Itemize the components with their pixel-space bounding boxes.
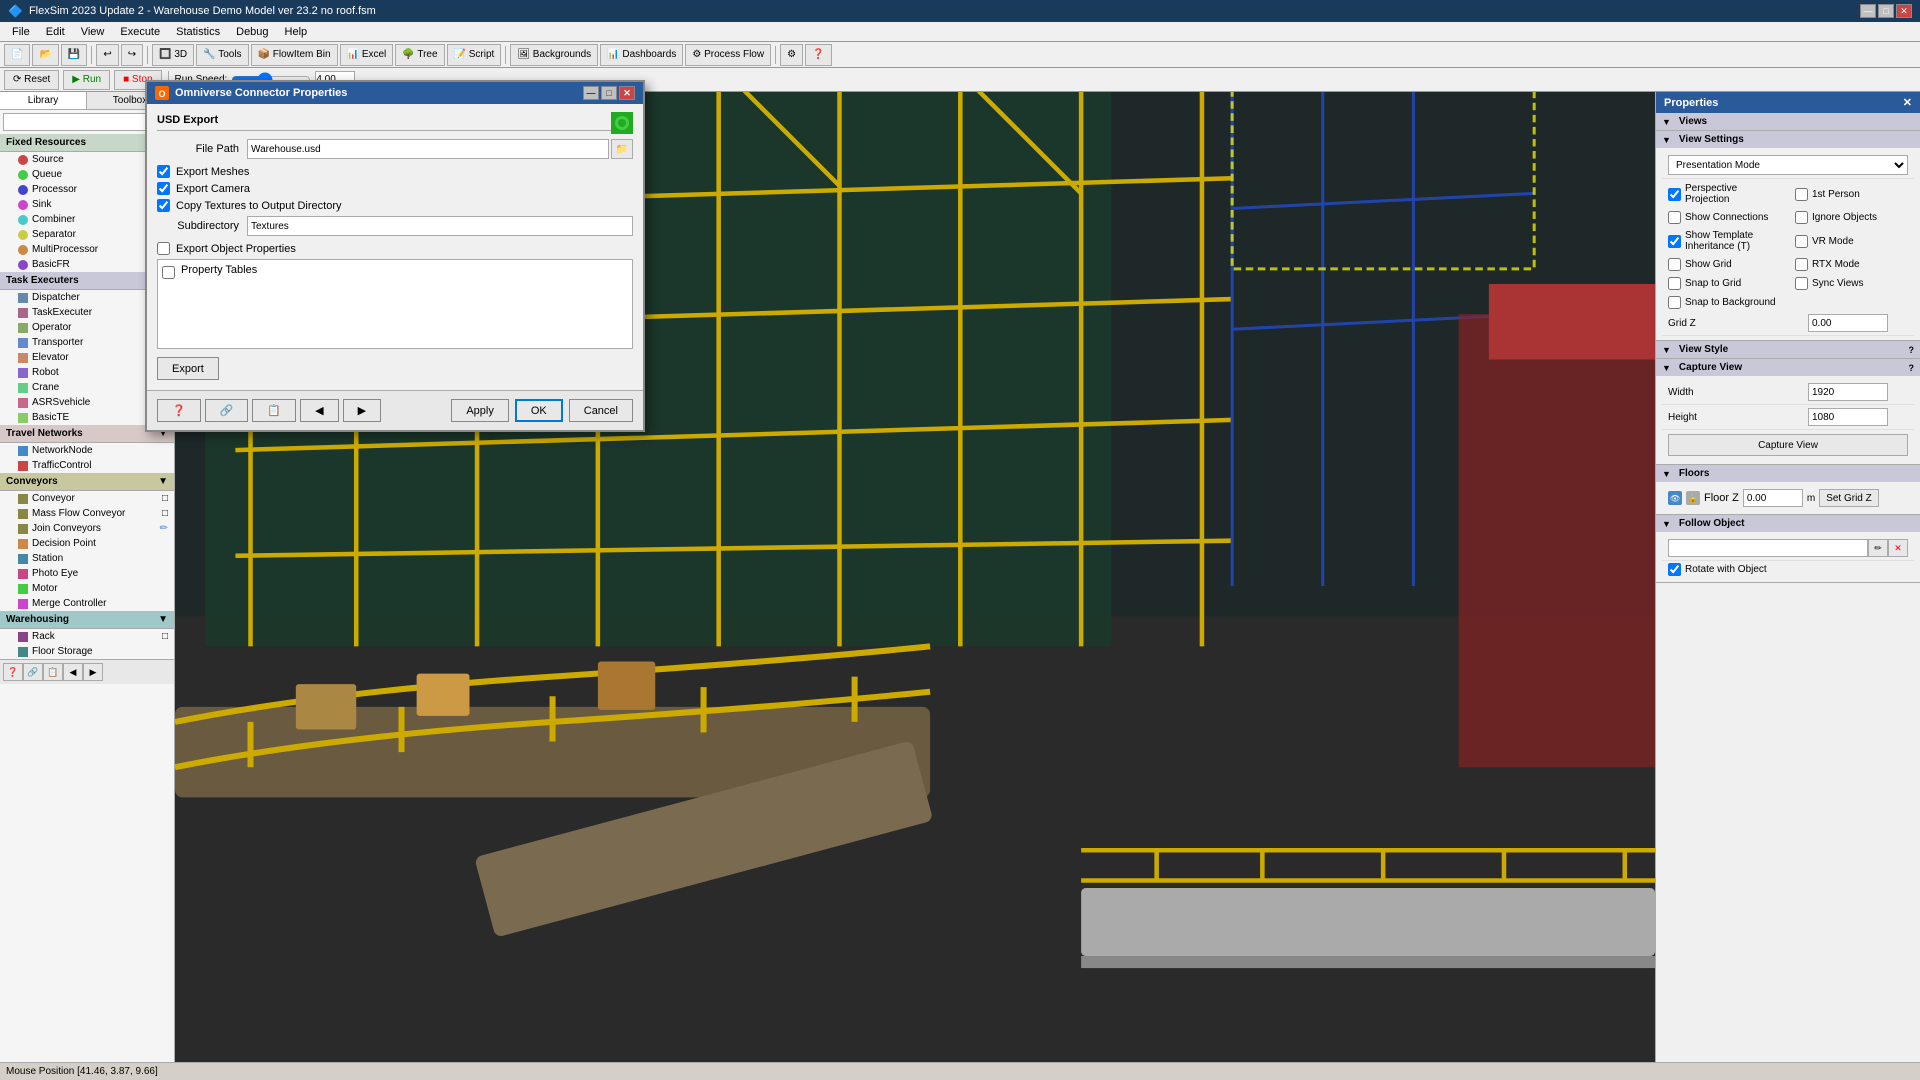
export-meshes-checkbox[interactable] bbox=[157, 165, 170, 178]
dialog-connect-button[interactable]: 🔗 bbox=[205, 399, 249, 422]
export-button[interactable]: Export bbox=[157, 357, 219, 380]
export-object-props-label: Export Object Properties bbox=[176, 243, 296, 255]
file-path-row: File Path 📁 bbox=[157, 139, 633, 159]
dialog-controls: — □ ✕ bbox=[583, 86, 635, 100]
dialog-close-button[interactable]: ✕ bbox=[619, 86, 635, 100]
copy-textures-checkbox[interactable] bbox=[157, 199, 170, 212]
export-camera-row: Export Camera bbox=[157, 182, 633, 195]
dialog-body: USD Export File Path 📁 Export Meshes Exp… bbox=[147, 104, 643, 390]
dialog-footer: ❓ 🔗 📋 ◀ ▶ Apply OK Cancel bbox=[147, 390, 643, 430]
export-object-props-checkbox[interactable] bbox=[157, 242, 170, 255]
property-tables-label: Property Tables bbox=[181, 264, 257, 276]
dialog-footer-left: ❓ 🔗 📋 ◀ ▶ bbox=[157, 399, 381, 422]
dialog-overlay: O Omniverse Connector Properties — □ ✕ bbox=[0, 0, 1920, 1080]
file-path-label: File Path bbox=[157, 143, 247, 155]
property-box-inner: Property Tables bbox=[162, 264, 628, 279]
dialog-minimize-button[interactable]: — bbox=[583, 86, 599, 100]
property-box: Property Tables bbox=[157, 259, 633, 349]
export-camera-label: Export Camera bbox=[176, 183, 250, 195]
subdirectory-input[interactable] bbox=[247, 216, 633, 236]
file-path-input[interactable] bbox=[247, 139, 609, 159]
copy-textures-row: Copy Textures to Output Directory bbox=[157, 199, 633, 212]
ok-button[interactable]: OK bbox=[515, 399, 563, 422]
dialog-back-button[interactable]: ◀ bbox=[300, 399, 338, 422]
dialog-title-left: O Omniverse Connector Properties bbox=[155, 86, 347, 100]
dialog-title-bar: O Omniverse Connector Properties — □ ✕ bbox=[147, 82, 643, 104]
export-meshes-label: Export Meshes bbox=[176, 166, 249, 178]
cancel-button[interactable]: Cancel bbox=[569, 399, 633, 422]
status-circle bbox=[611, 112, 633, 134]
omniverse-dialog: O Omniverse Connector Properties — □ ✕ bbox=[145, 80, 645, 432]
dialog-forward-button[interactable]: ▶ bbox=[343, 399, 381, 422]
dialog-title-icon: O bbox=[155, 86, 169, 100]
dialog-maximize-button[interactable]: □ bbox=[601, 86, 617, 100]
dialog-body-wrapper: USD Export File Path 📁 Export Meshes Exp… bbox=[147, 104, 643, 390]
subdirectory-row: Subdirectory bbox=[157, 216, 633, 236]
export-meshes-row: Export Meshes bbox=[157, 165, 633, 178]
dialog-help-button[interactable]: ❓ bbox=[157, 399, 201, 422]
browse-button[interactable]: 📁 bbox=[611, 139, 633, 159]
dialog-copy-button[interactable]: 📋 bbox=[252, 399, 296, 422]
svg-text:O: O bbox=[158, 89, 165, 99]
dialog-title-text: Omniverse Connector Properties bbox=[175, 87, 347, 99]
apply-button[interactable]: Apply bbox=[451, 399, 509, 422]
copy-textures-label: Copy Textures to Output Directory bbox=[176, 200, 341, 212]
subdirectory-label: Subdirectory bbox=[177, 220, 247, 232]
property-tables-checkbox[interactable] bbox=[162, 266, 175, 279]
export-object-props-row: Export Object Properties bbox=[157, 242, 633, 255]
export-camera-checkbox[interactable] bbox=[157, 182, 170, 195]
usd-export-section-label: USD Export bbox=[157, 114, 633, 131]
